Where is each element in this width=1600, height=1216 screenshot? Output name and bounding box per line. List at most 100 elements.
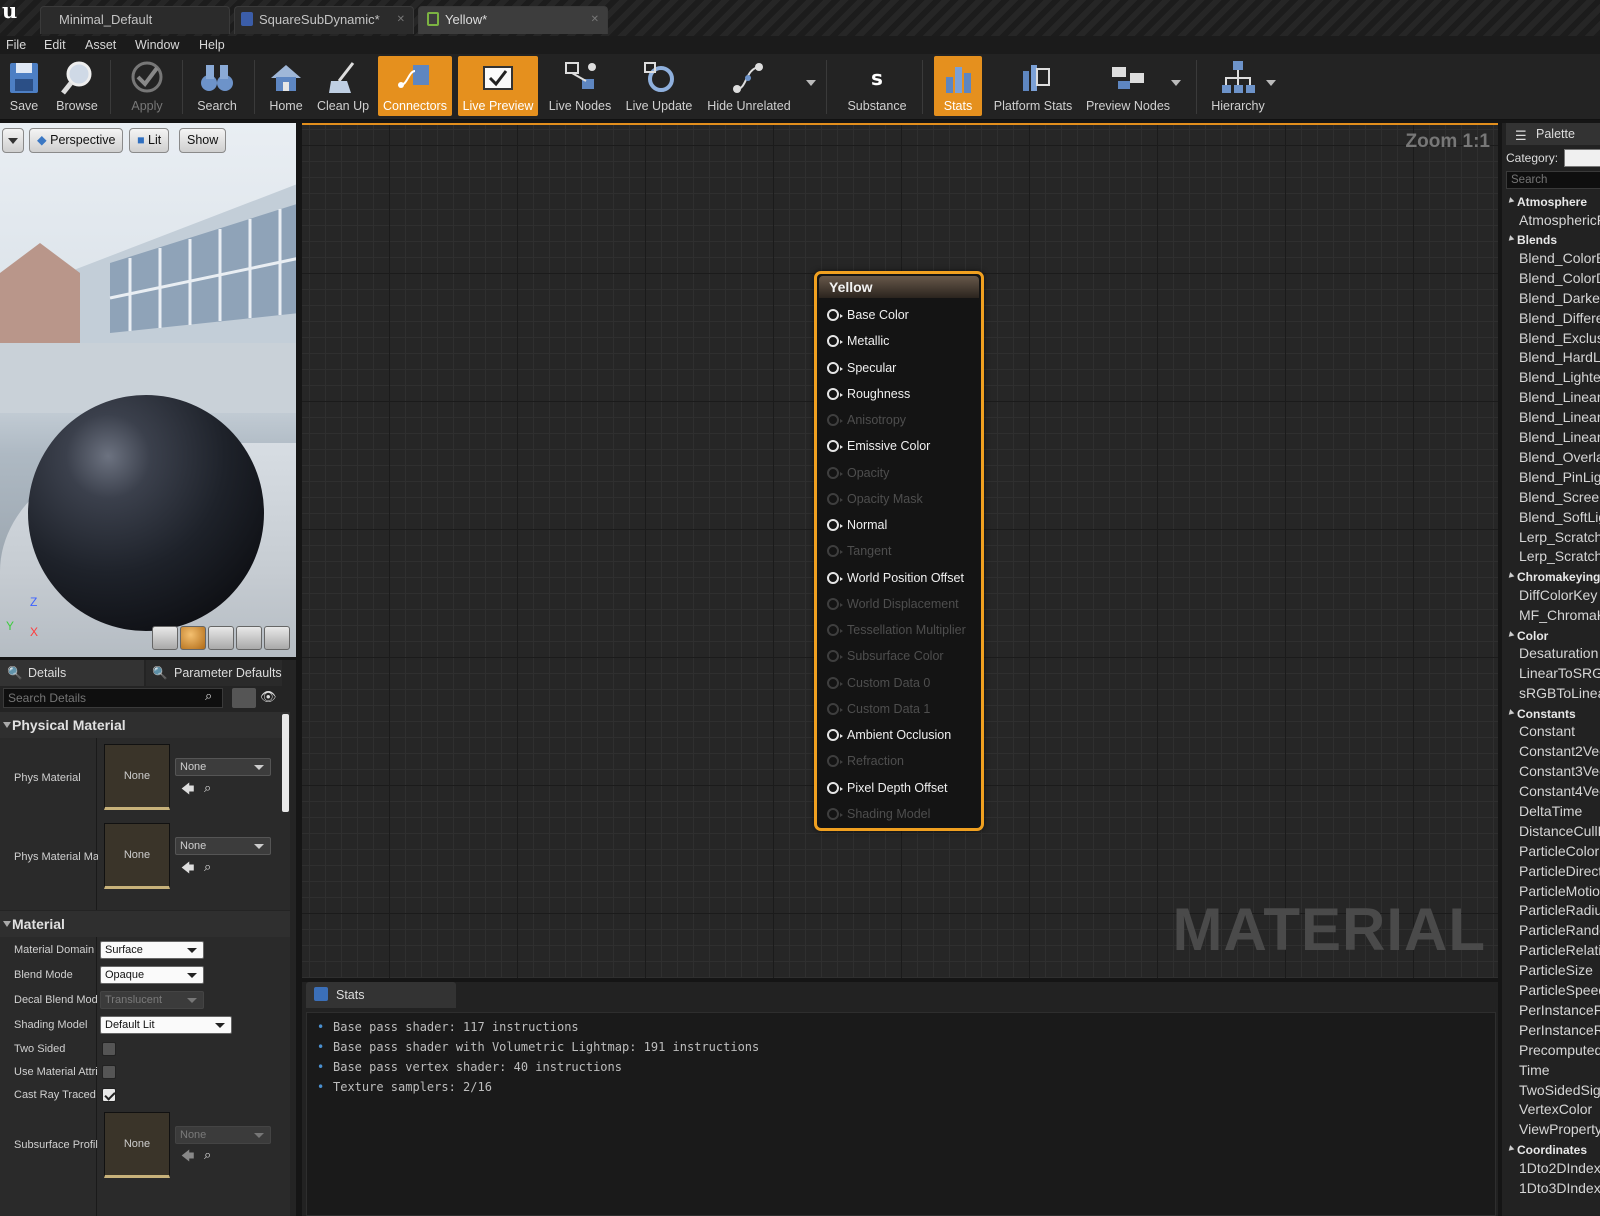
phys-material-thumbnail[interactable]: None bbox=[104, 744, 170, 810]
close-icon[interactable]: ✕ bbox=[397, 7, 405, 33]
pin-metallic[interactable]: Metallic bbox=[827, 328, 889, 354]
decal-blend-mode-combo[interactable]: Translucent bbox=[100, 991, 204, 1009]
palette-item[interactable]: Blend_LinearDodge bbox=[1519, 409, 1600, 425]
chevron-down-icon[interactable] bbox=[1266, 80, 1276, 86]
palette-item[interactable]: Blend_LinearLight bbox=[1519, 429, 1600, 445]
palette-item[interactable]: Constant2Vector bbox=[1519, 743, 1600, 759]
platform-stats-button[interactable]: Platform Stats bbox=[990, 56, 1076, 116]
pin-connector-icon[interactable] bbox=[827, 335, 843, 348]
close-icon[interactable]: ✕ bbox=[591, 7, 599, 33]
palette-category-header[interactable]: Coordinates bbox=[1508, 1143, 1587, 1157]
palette-item[interactable]: Constant3Vector bbox=[1519, 763, 1600, 779]
table-view-icon[interactable] bbox=[232, 688, 256, 708]
substance-button[interactable]: s Substance bbox=[840, 56, 914, 116]
pin-connector-icon[interactable] bbox=[827, 361, 843, 374]
chevron-down-icon[interactable] bbox=[806, 80, 816, 86]
palette-item[interactable]: Blend_Exclusion bbox=[1519, 330, 1600, 346]
palette-item[interactable]: ParticleColor bbox=[1519, 843, 1599, 859]
palette-item[interactable]: Time bbox=[1519, 1062, 1550, 1078]
palette-item[interactable]: MF_ChromaKey bbox=[1519, 607, 1600, 623]
palette-item[interactable]: ParticleDirection bbox=[1519, 863, 1600, 879]
doc-tab-minimal-default[interactable]: Minimal_Default bbox=[40, 6, 230, 34]
palette-item[interactable]: Blend_LinearBurn bbox=[1519, 389, 1600, 405]
material-category[interactable]: Material bbox=[0, 911, 290, 937]
node-title-bar[interactable]: Yellow bbox=[819, 276, 979, 298]
physical-material-category[interactable]: Physical Material bbox=[0, 712, 290, 738]
material-result-node[interactable]: Yellow Base Color Metallic Specular Roughne… bbox=[814, 271, 984, 831]
palette-item[interactable]: Desaturation bbox=[1519, 645, 1598, 661]
palette-item[interactable]: Blend_Screen bbox=[1519, 489, 1600, 505]
material-graph[interactable]: Zoom 1:1 MATERIAL Yellow Base Color Metal… bbox=[302, 123, 1498, 978]
pin-world-position-offset[interactable]: World Position Offset bbox=[827, 565, 964, 591]
use-selected-arrow-icon[interactable]: 🡄 bbox=[181, 780, 194, 802]
hierarchy-button[interactable]: Hierarchy bbox=[1206, 56, 1270, 116]
pin-connector-icon[interactable] bbox=[827, 387, 843, 400]
palette-item[interactable]: ParticleSize bbox=[1519, 962, 1593, 978]
stats-button[interactable]: Stats bbox=[934, 56, 982, 116]
tab-parameter-defaults[interactable]: 🔍 Parameter Defaults bbox=[146, 660, 282, 686]
palette-item[interactable]: DiffColorKey bbox=[1519, 587, 1597, 603]
tab-details[interactable]: 🔍 Details bbox=[0, 660, 144, 686]
pin-normal[interactable]: Normal bbox=[827, 512, 887, 538]
palette-item[interactable]: Blend_Lighten bbox=[1519, 369, 1600, 385]
use-material-attributes-checkbox[interactable] bbox=[102, 1065, 116, 1079]
palette-category-header[interactable]: Atmosphere bbox=[1508, 195, 1587, 209]
pin-connector-icon[interactable] bbox=[827, 571, 843, 584]
palette-item[interactable]: Blend_Difference bbox=[1519, 310, 1600, 326]
plane-preview-icon[interactable] bbox=[208, 626, 234, 650]
two-sided-checkbox[interactable] bbox=[102, 1042, 116, 1056]
home-button[interactable]: Home bbox=[264, 56, 308, 116]
lit-button[interactable]: ■ Lit bbox=[129, 128, 170, 153]
palette-item[interactable]: PerInstanceFadeAmount bbox=[1519, 1002, 1600, 1018]
pin-connector-icon[interactable] bbox=[827, 440, 843, 453]
palette-item[interactable]: Blend_ColorDodge bbox=[1519, 270, 1600, 286]
use-selected-arrow-icon[interactable]: 🡄 bbox=[181, 859, 194, 881]
palette-item[interactable]: 1Dto3DIndex bbox=[1519, 1180, 1600, 1196]
subsurface-profile-thumbnail[interactable]: None bbox=[104, 1112, 170, 1178]
hide-unrelated-button[interactable]: Hide Unrelated bbox=[702, 56, 796, 116]
viewport-options-button[interactable] bbox=[2, 128, 24, 153]
palette-item[interactable]: ParticleRadius bbox=[1519, 902, 1600, 918]
palette-item[interactable]: ParticleMotionBlurFade bbox=[1519, 883, 1600, 899]
palette-category-header[interactable]: Chromakeying bbox=[1508, 570, 1600, 584]
pin-specular[interactable]: Specular bbox=[827, 355, 896, 381]
live-preview-button[interactable]: Live Preview bbox=[458, 56, 538, 116]
palette-item[interactable]: Lerp_ScratchGrime bbox=[1519, 529, 1600, 545]
eye-visibility-icon[interactable]: 👁 bbox=[260, 689, 277, 705]
palette-item[interactable]: Blend_Darken bbox=[1519, 290, 1600, 306]
search-button[interactable]: Search bbox=[192, 56, 242, 116]
subsurface-profile-combo[interactable]: None bbox=[175, 1126, 271, 1144]
pin-connector-icon[interactable] bbox=[827, 309, 843, 321]
palette-item[interactable]: PerInstanceRandom bbox=[1519, 1022, 1600, 1038]
palette-item[interactable]: AtmosphericFog bbox=[1519, 212, 1600, 228]
chevron-down-icon[interactable] bbox=[1171, 80, 1181, 86]
shading-model-combo[interactable]: Default Lit bbox=[100, 1016, 232, 1034]
details-scrollbar[interactable] bbox=[282, 714, 289, 812]
palette-item[interactable]: Blend_ColorBurn bbox=[1519, 250, 1600, 266]
palette-item[interactable]: ParticleSpeed bbox=[1519, 982, 1600, 998]
connectors-button[interactable]: Connectors bbox=[378, 56, 452, 116]
pin-ambient-occlusion[interactable]: Ambient Occlusion bbox=[827, 722, 951, 748]
perspective-button[interactable]: ◆ Perspective bbox=[29, 128, 124, 153]
cylinder-preview-icon[interactable] bbox=[152, 626, 178, 650]
palette-item[interactable]: TwoSidedSign bbox=[1519, 1082, 1600, 1098]
palette-item[interactable]: Blend_SoftLight bbox=[1519, 509, 1600, 525]
pin-pixel-depth-offset[interactable]: Pixel Depth Offset bbox=[827, 775, 948, 801]
pin-connector-icon[interactable] bbox=[827, 729, 843, 741]
menu-help[interactable]: Help bbox=[199, 37, 225, 53]
palette-item[interactable]: Constant4Vector bbox=[1519, 783, 1600, 799]
live-update-button[interactable]: Live Update bbox=[622, 56, 696, 116]
browse-asset-icon[interactable]: ⌕ bbox=[204, 1147, 211, 1163]
doc-tab-squaresubdynamic[interactable]: SquareSubDynamic* ✕ bbox=[234, 6, 414, 34]
palette-item[interactable]: Blend_Overlay bbox=[1519, 449, 1600, 465]
material-domain-combo[interactable]: Surface bbox=[100, 941, 204, 959]
use-selected-arrow-icon[interactable]: 🡄 bbox=[181, 1147, 194, 1169]
palette-item[interactable]: Lerp_ScratchGrime2 bbox=[1519, 548, 1600, 564]
cube-preview-icon[interactable] bbox=[236, 626, 262, 650]
sphere-preview-icon[interactable] bbox=[180, 626, 206, 650]
menu-edit[interactable]: Edit bbox=[44, 37, 66, 53]
palette-item[interactable]: 1Dto2DIndex bbox=[1519, 1160, 1600, 1176]
phys-material-combo[interactable]: None bbox=[175, 758, 271, 776]
doc-tab-yellow[interactable]: Yellow* ✕ bbox=[418, 6, 608, 34]
save-button[interactable]: Save bbox=[2, 56, 46, 116]
